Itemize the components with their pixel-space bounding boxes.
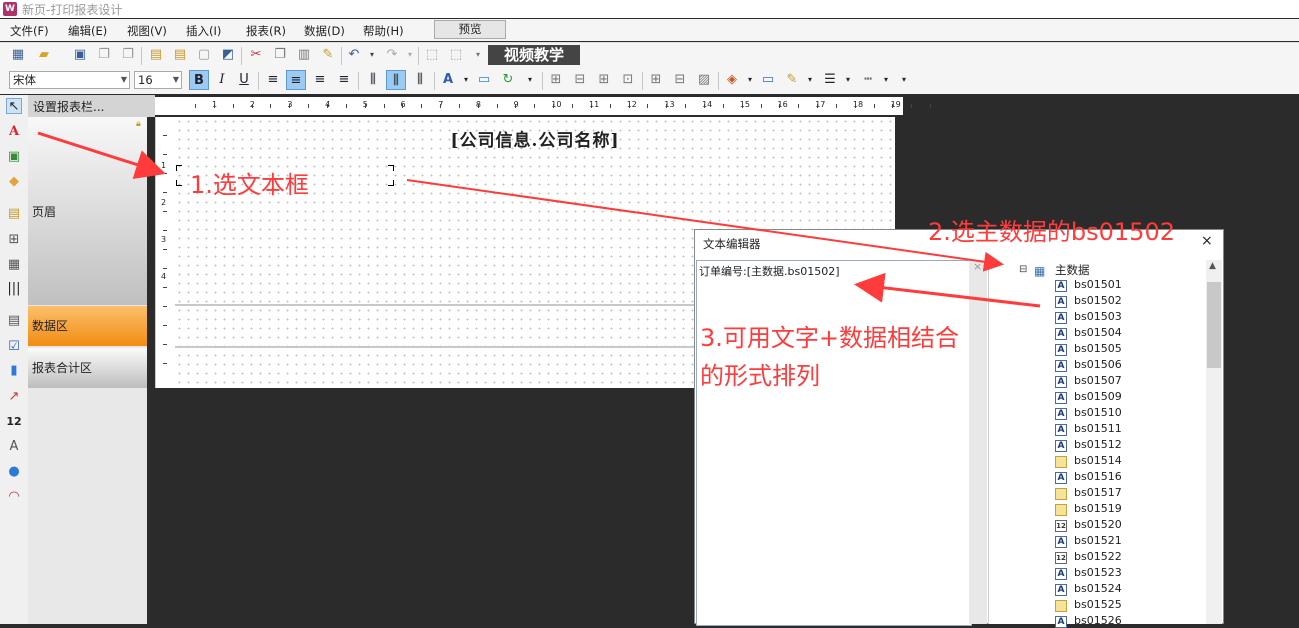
annotation-arrows	[37, 131, 1041, 308]
annotation-step2: 2.选主数据的bs01502	[928, 218, 1175, 246]
annotation-step1: 1.选文本框	[190, 171, 309, 199]
annotation-step3-line1: 3.可用文字+数据相结合	[700, 324, 960, 352]
arrow-to-textbox	[37, 131, 166, 179]
annotation-step3-line2: 的形式排列	[700, 362, 820, 390]
arrow-to-editor	[854, 272, 1041, 308]
arrow-to-tree	[406, 179, 1004, 272]
